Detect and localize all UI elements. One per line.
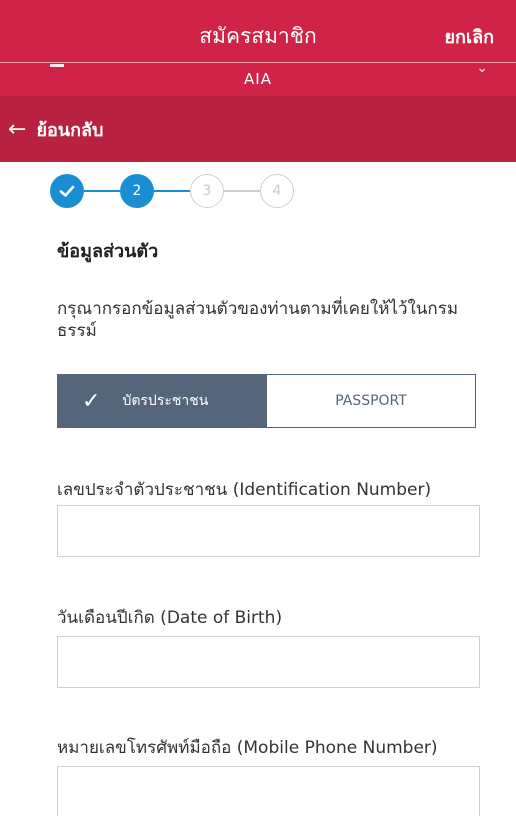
date-of-birth-input[interactable]: [57, 636, 480, 688]
stepper-connector: [84, 190, 120, 192]
cancel-button[interactable]: ยกเลิก: [444, 22, 494, 51]
stepper-connector: [224, 190, 260, 192]
section-title: ข้อมูลส่วนตัว: [57, 241, 159, 262]
stepper-connector: [154, 190, 190, 192]
check-icon: [59, 185, 75, 197]
step-1-completed: [50, 174, 84, 208]
mobile-phone-label: หมายเลขโทรศัพท์มือถือ (Mobile Phone Numb…: [57, 738, 438, 758]
passport-option[interactable]: PASSPORT: [267, 375, 475, 427]
progress-stepper: 2 3 4: [50, 174, 300, 208]
id-card-option-label: บัตรประชาชน: [122, 393, 209, 409]
back-label: ย้อนกลับ: [36, 119, 104, 141]
step-3: 3: [190, 174, 224, 208]
step-4: 4: [260, 174, 294, 208]
menu-icon-partial: [50, 64, 64, 67]
arrow-left-icon: ←: [8, 116, 27, 142]
id-type-toggle: ✓ บัตรประชาชน PASSPORT: [57, 374, 476, 428]
app-header: สมัครสมาชิก ยกเลิก ⌄ AIA: [0, 0, 516, 96]
id-card-option[interactable]: ✓ บัตรประชาชน: [58, 375, 267, 427]
back-button[interactable]: ← ย้อนกลับ: [0, 96, 516, 162]
instruction-text: กรุณากรอกข้อมูลส่วนตัวของท่านตามที่เคยให…: [57, 299, 459, 341]
mobile-phone-input[interactable]: [57, 766, 480, 816]
check-icon: ✓: [82, 388, 101, 414]
id-number-label: เลขประจำตัวประชาชน (Identification Numbe…: [57, 480, 432, 500]
brand-subtitle: AIA: [244, 70, 272, 88]
date-of-birth-label: วันเดือนปีเกิด (Date of Birth): [57, 608, 283, 628]
passport-option-label: PASSPORT: [335, 393, 407, 409]
step-2-current: 2: [120, 174, 154, 208]
id-number-input[interactable]: [57, 505, 480, 557]
page-title: สมัครสมาชิก: [199, 24, 317, 48]
header-divider: [0, 62, 516, 63]
